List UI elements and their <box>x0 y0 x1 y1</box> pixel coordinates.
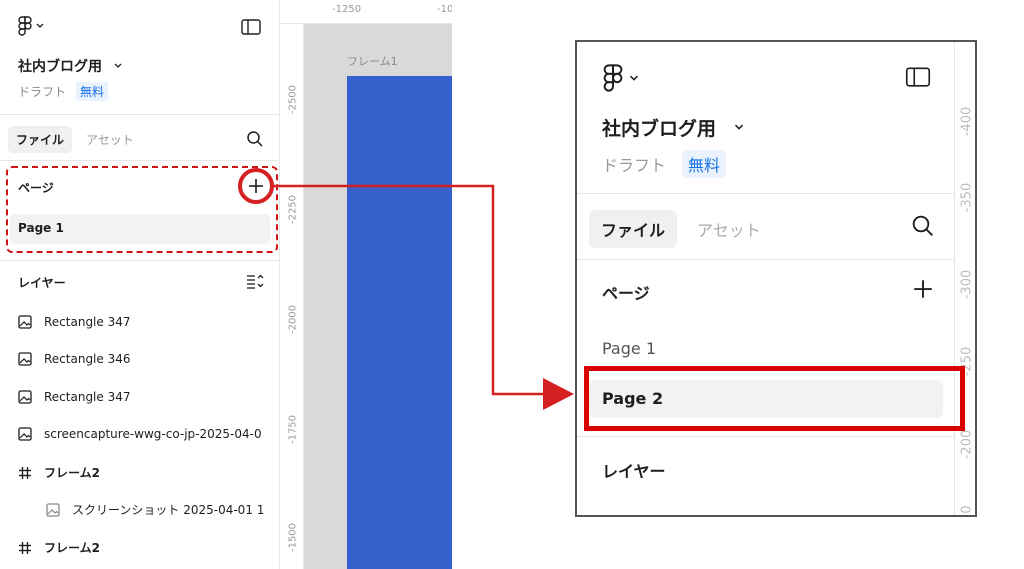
ruler-tick-label: -300 <box>959 269 975 300</box>
draft-label: ドラフト <box>602 156 667 175</box>
ruler-tick-label: -2000 <box>287 304 299 335</box>
ruler-tick-label: -1750 <box>287 414 299 445</box>
layer-item[interactable]: フレーム2 <box>18 539 100 556</box>
image-icon <box>46 502 60 517</box>
divider <box>577 193 954 194</box>
ruler-tick-label: -1500 <box>287 522 299 553</box>
tab-assets[interactable]: アセット <box>78 126 142 153</box>
layer-item[interactable]: screencapture-wwg-co-jp-2025-04-0 <box>18 427 262 441</box>
plus-icon[interactable] <box>913 279 933 299</box>
file-title-text: 社内ブログ用 <box>602 118 717 140</box>
sidebar-toggle-icon[interactable] <box>241 19 261 35</box>
page-item-1[interactable]: Page 1 <box>602 339 656 358</box>
layers-header: レイヤー <box>18 276 66 290</box>
ruler-tick-label: -200 <box>959 429 975 460</box>
plan-badge: 無料 <box>76 82 109 101</box>
plan-badge: 無料 <box>682 150 727 178</box>
zoomed-panel-callout: -400 -350 -300 -250 -200 0 社内ブログ用 ドラフト 無… <box>575 40 977 517</box>
file-title[interactable]: 社内ブログ用 <box>602 114 744 141</box>
main-menu-button[interactable] <box>18 16 44 36</box>
tab-file[interactable]: ファイル <box>8 126 73 153</box>
ruler-tick-label: -2250 <box>287 194 299 225</box>
add-page-button[interactable] <box>238 168 274 204</box>
image-icon <box>18 352 32 366</box>
ruler-tick-label: -350 <box>959 182 975 213</box>
layer-label: Rectangle 347 <box>44 315 131 329</box>
layer-label: screencapture-wwg-co-jp-2025-04-0 <box>44 427 262 441</box>
layer-label: Rectangle 346 <box>44 352 131 366</box>
tab-assets[interactable]: アセット <box>685 210 773 248</box>
layer-item[interactable]: フレーム2 <box>18 464 100 481</box>
divider <box>0 160 279 161</box>
figma-logo-icon <box>18 16 32 36</box>
pages-section-highlight <box>6 166 278 253</box>
sidebar-toggle-icon[interactable] <box>905 67 931 87</box>
ruler-tick-label: 0 <box>959 505 975 514</box>
ruler-tick-label: -2500 <box>287 84 299 115</box>
layers-sidebar: 社内ブログ用 ドラフト 無料 ファイル アセット ページ Page 1 レイヤー… <box>0 0 280 569</box>
divider <box>577 259 954 260</box>
frame-hash-icon <box>19 541 31 554</box>
horizontal-ruler: -1250 -10 <box>280 0 452 24</box>
chevron-down-icon <box>629 75 639 81</box>
ruler-tick-label: -10 <box>437 4 452 15</box>
layer-label: フレーム2 <box>44 541 100 555</box>
divider <box>0 114 279 115</box>
layer-label: スクリーンショット 2025-04-01 1 <box>72 503 265 517</box>
file-location: ドラフト 無料 <box>602 150 727 178</box>
main-menu-button[interactable] <box>603 64 639 92</box>
chevron-down-icon <box>734 124 744 130</box>
layer-item[interactable]: Rectangle 347 <box>18 390 131 404</box>
search-icon[interactable] <box>246 130 264 148</box>
search-icon[interactable] <box>911 214 935 238</box>
chevron-down-icon <box>114 63 122 68</box>
file-location: ドラフト 無料 <box>18 82 109 101</box>
panel-tabs: ファイル アセット <box>589 210 773 248</box>
image-icon <box>18 390 32 404</box>
tab-file[interactable]: ファイル <box>589 210 678 248</box>
draft-label: ドラフト <box>18 85 67 99</box>
new-page-highlight <box>584 366 965 431</box>
file-title-text: 社内ブログ用 <box>18 59 102 75</box>
frame-hash-icon <box>19 466 31 479</box>
file-title[interactable]: 社内ブログ用 <box>18 56 122 76</box>
vertical-ruler: -400 -350 -300 -250 -200 0 <box>954 42 975 515</box>
ruler-tick-label: -400 <box>959 106 975 137</box>
layer-label: フレーム2 <box>44 466 100 480</box>
figma-logo-icon <box>603 64 623 92</box>
layer-item[interactable]: Rectangle 346 <box>18 352 131 366</box>
panel-tabs: ファイル アセット <box>8 126 142 153</box>
design-canvas[interactable]: -1250 -10 -2500 -2250 -2000 -1750 -1500 … <box>280 0 452 569</box>
divider <box>577 436 954 437</box>
image-icon <box>18 427 32 441</box>
divider <box>0 260 279 261</box>
layer-item[interactable]: スクリーンショット 2025-04-01 1 <box>46 501 264 518</box>
layers-header: レイヤー <box>602 462 666 481</box>
vertical-ruler: -2500 -2250 -2000 -1750 -1500 <box>280 24 304 569</box>
pages-header: ページ <box>602 284 650 303</box>
ruler-tick-label: -1250 <box>332 4 362 15</box>
collapse-layers-icon[interactable] <box>246 273 264 289</box>
image-icon <box>18 315 32 329</box>
layer-item[interactable]: Rectangle 347 <box>18 315 131 329</box>
plus-icon <box>249 179 263 193</box>
layer-label: Rectangle 347 <box>44 390 131 404</box>
chevron-down-icon <box>36 23 44 28</box>
frame-1[interactable] <box>347 76 452 569</box>
frame-label[interactable]: フレーム1 <box>347 53 398 69</box>
